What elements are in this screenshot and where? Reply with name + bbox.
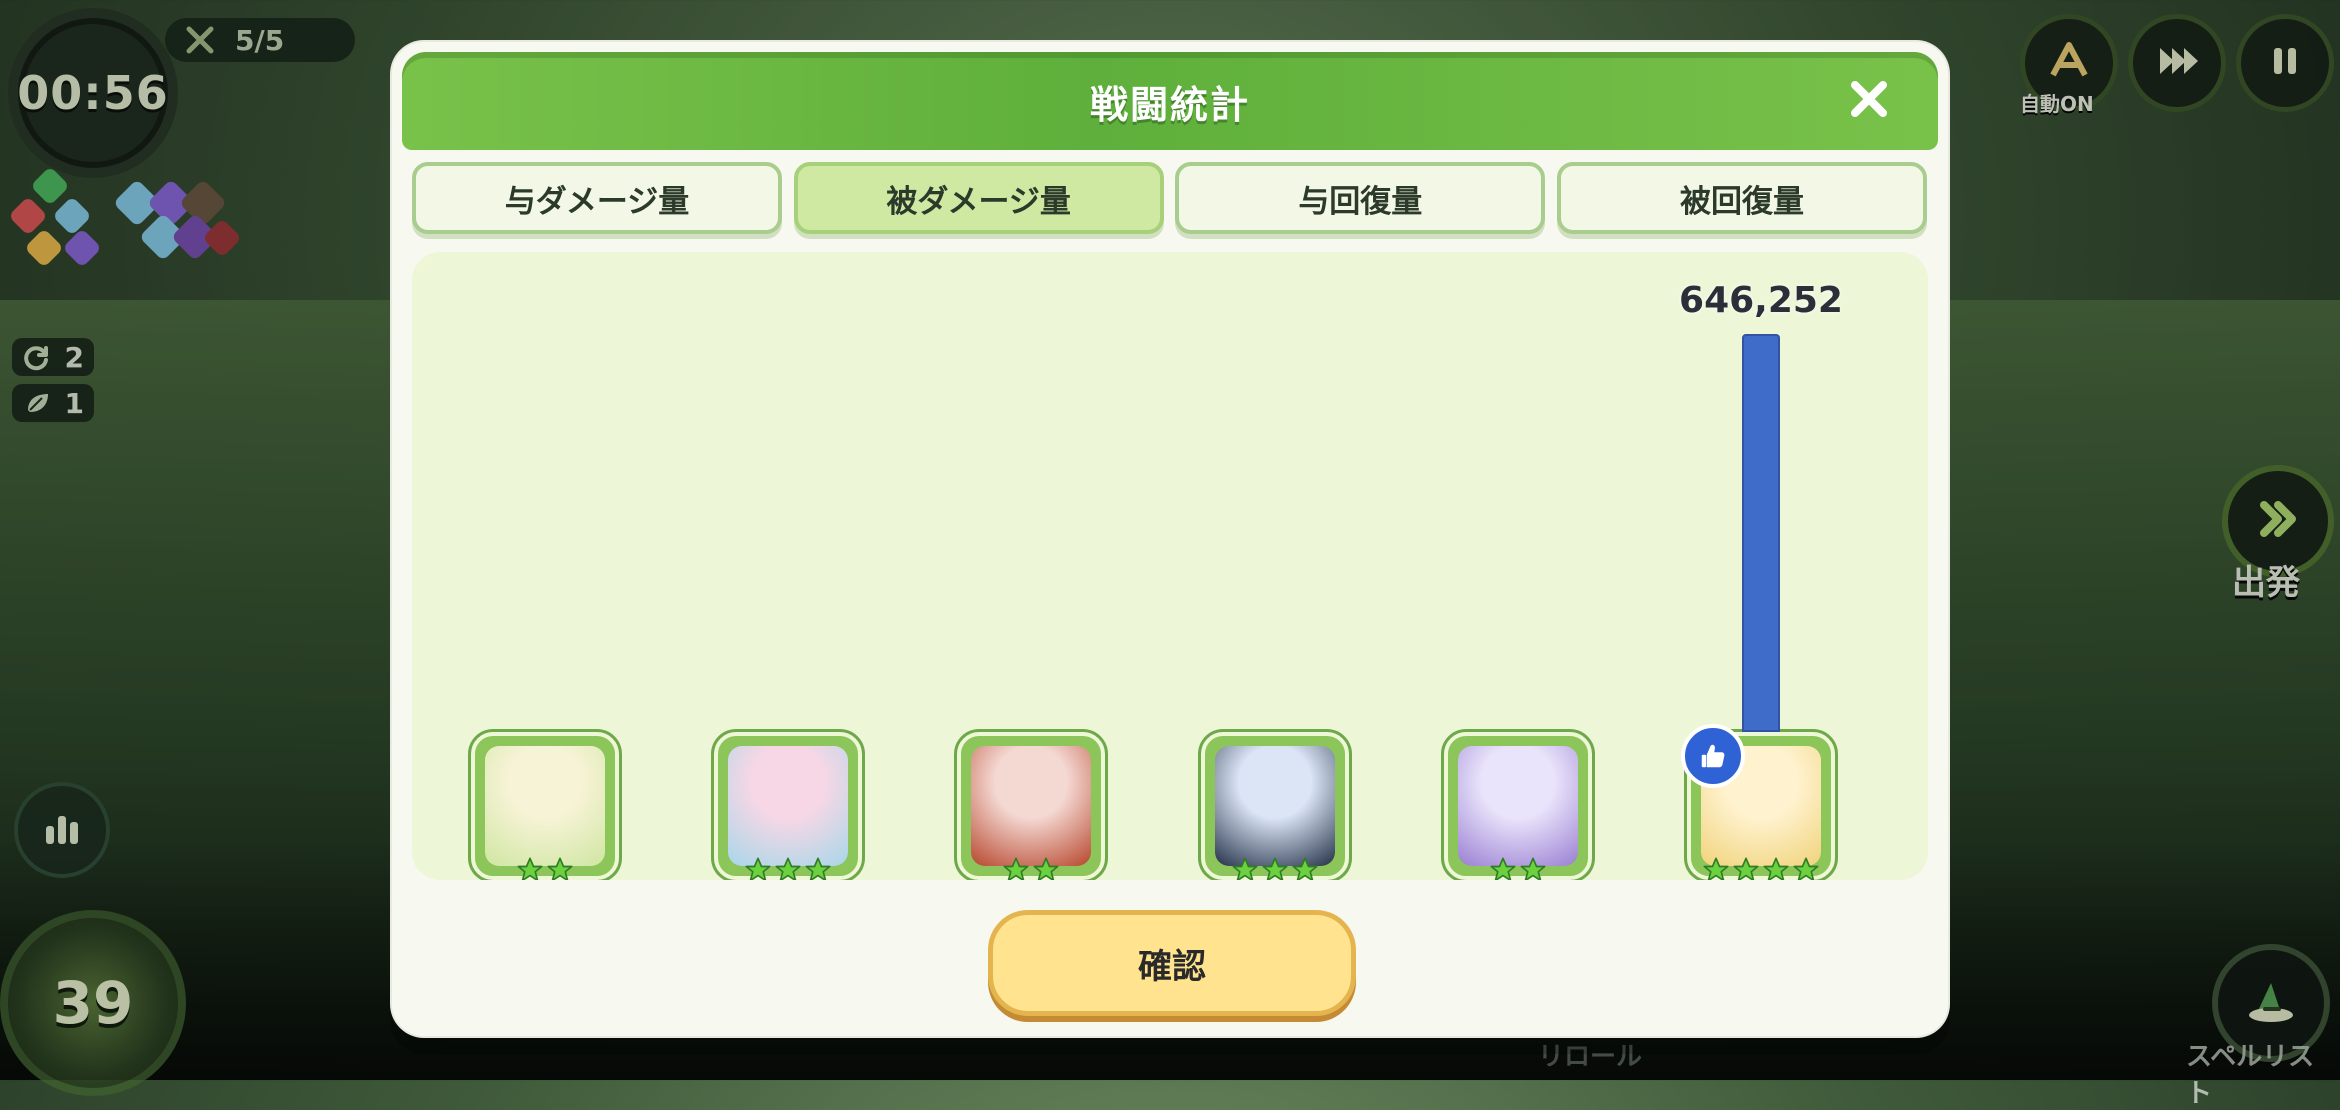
unit-portrait	[1681, 724, 1835, 880]
thumbs-up-icon	[1681, 724, 1745, 788]
star-icon	[1519, 856, 1547, 880]
star-icon	[1002, 856, 1030, 880]
tab-damage-taken[interactable]: 被ダメージ量	[793, 162, 1164, 234]
star-icon	[1762, 856, 1790, 880]
star-icon	[1489, 856, 1517, 880]
character-portrait-image	[1458, 746, 1578, 866]
unit-portrait	[957, 732, 1105, 880]
tab-label: 被回復量	[1679, 183, 1804, 220]
tab-label: 与回復量	[1298, 183, 1423, 220]
damage-bar	[1742, 334, 1780, 732]
star-icon	[774, 856, 802, 880]
modal-header: 戦闘統計	[402, 52, 1938, 150]
character-portrait-image	[728, 746, 848, 866]
character-portrait-image	[485, 746, 605, 866]
star-icon	[1032, 856, 1060, 880]
unit-portrait	[471, 732, 619, 880]
confirm-label: 確認	[1138, 946, 1206, 987]
star-icon	[546, 856, 574, 880]
close-button[interactable]	[1840, 72, 1898, 130]
battle-stats-modal: 戦闘統計 与ダメージ量 被ダメージ量 与回復量 被回復量 646,252 確認	[390, 40, 1950, 1038]
tab-damage-dealt[interactable]: 与ダメージ量	[412, 162, 782, 234]
star-icon	[516, 856, 544, 880]
damage-chart: 646,252	[412, 252, 1928, 880]
star-icon	[1291, 856, 1319, 880]
star-icon	[1732, 856, 1760, 880]
star-icon	[804, 856, 832, 880]
bar-value-label: 646,252	[1679, 280, 1843, 321]
character-portrait-image	[971, 746, 1091, 866]
tab-label: 被ダメージ量	[886, 183, 1071, 220]
tab-label: 与ダメージ量	[504, 183, 690, 220]
star-rating	[1691, 856, 1831, 880]
unit-portrait	[1201, 732, 1349, 880]
star-rating	[1448, 856, 1588, 880]
unit-portrait	[714, 732, 862, 880]
star-rating	[475, 856, 615, 880]
modal-title: 戦闘統計	[1089, 82, 1250, 127]
star-rating	[1205, 856, 1345, 880]
close-icon	[1845, 75, 1893, 127]
star-rating	[718, 856, 858, 880]
character-portrait-image	[1215, 746, 1335, 866]
stats-tabs: 与ダメージ量 被ダメージ量 与回復量 被回復量	[412, 162, 1927, 234]
star-icon	[1231, 856, 1259, 880]
confirm-button[interactable]: 確認	[988, 910, 1356, 1016]
star-icon	[1261, 856, 1289, 880]
unit-portrait	[1444, 732, 1592, 880]
tab-healing-dealt[interactable]: 与回復量	[1175, 162, 1546, 234]
star-rating	[961, 856, 1101, 880]
tab-healing-received[interactable]: 被回復量	[1556, 162, 1927, 234]
star-icon	[744, 856, 772, 880]
star-icon	[1702, 856, 1730, 880]
star-icon	[1792, 856, 1820, 880]
